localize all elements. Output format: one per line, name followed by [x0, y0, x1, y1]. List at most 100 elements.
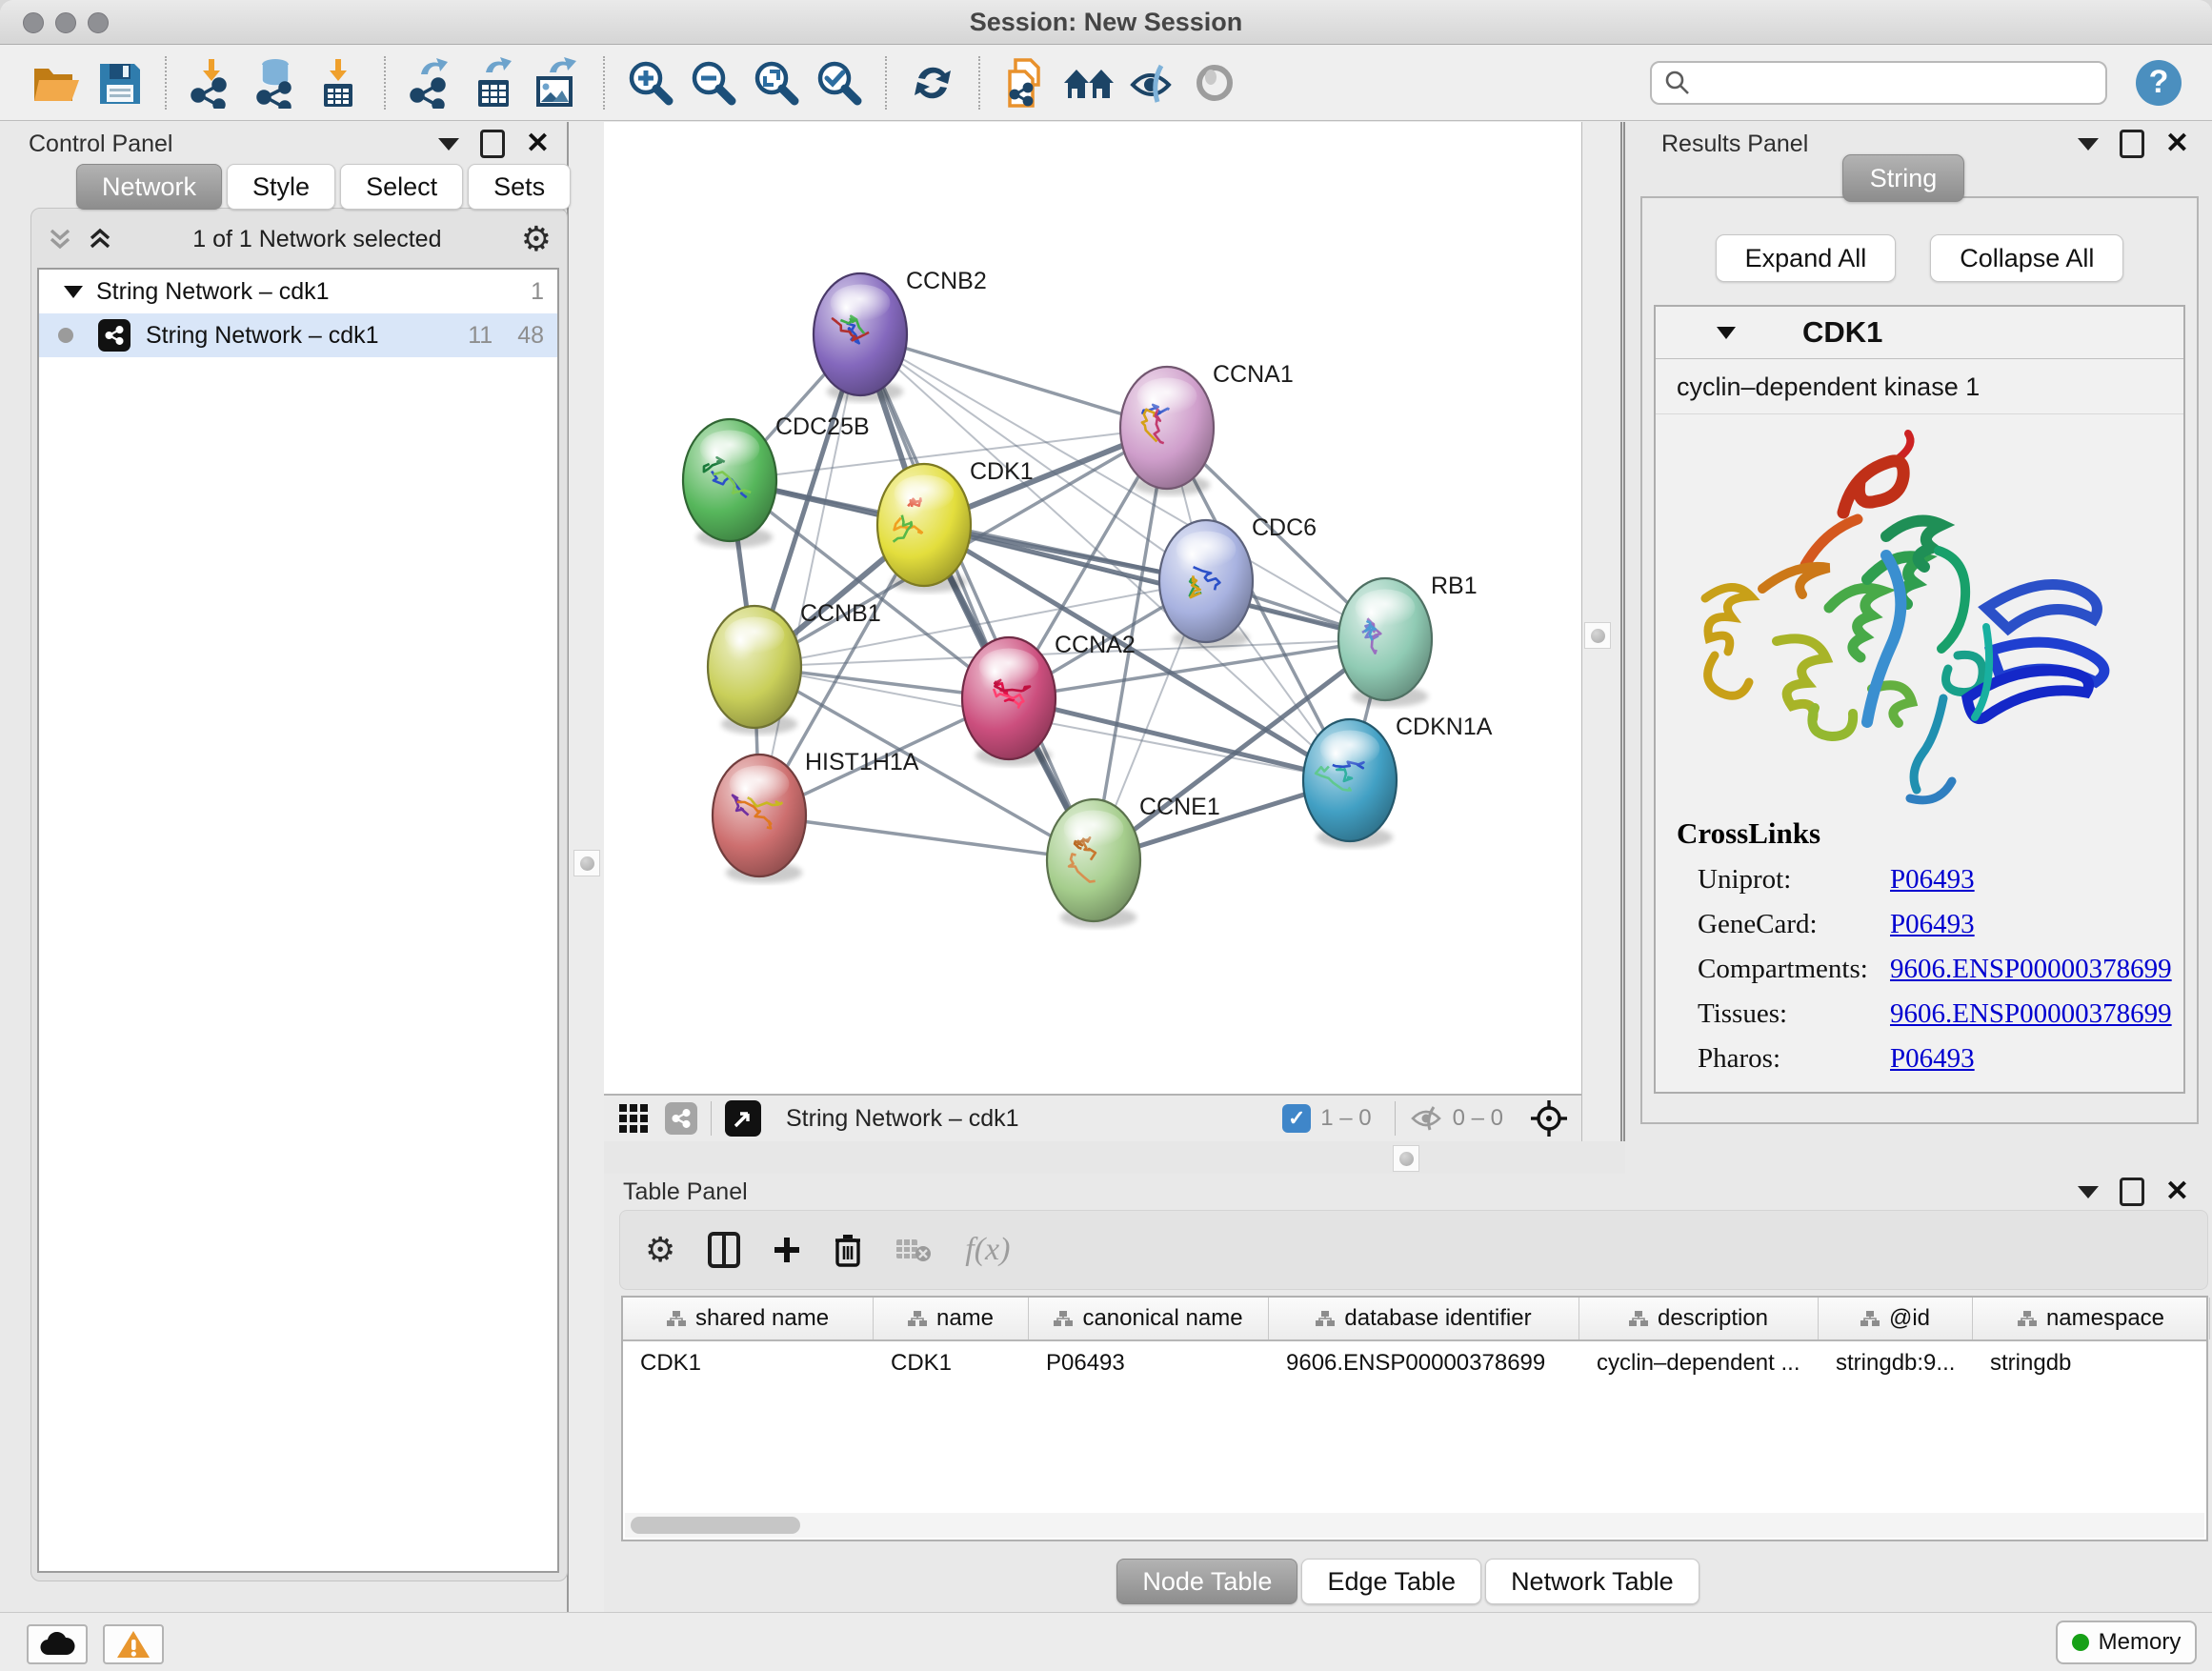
edge-CCNB2-CCNE1[interactable] [860, 334, 1094, 860]
panel-float-icon[interactable] [480, 130, 505, 158]
node-CDC25B[interactable]: CDC25B [683, 413, 870, 548]
show-hide-button[interactable] [1125, 54, 1178, 111]
export-table-button[interactable] [468, 54, 521, 111]
splitter-grip[interactable] [1584, 622, 1611, 649]
crosslink-link[interactable]: P06493 [1890, 909, 1975, 940]
network-options-gear-icon[interactable]: ⚙ [521, 222, 552, 256]
table-cell[interactable]: stringdb [1973, 1341, 2210, 1385]
column-header-namespace[interactable]: namespace [1973, 1298, 2210, 1339]
memory-button[interactable]: Memory [2056, 1621, 2197, 1664]
crosslink-link[interactable]: P06493 [1890, 864, 1975, 896]
import-network-from-database-button[interactable] [249, 54, 302, 111]
collection-expand-icon[interactable] [64, 286, 83, 298]
vertical-splitter-right[interactable] [1581, 122, 1625, 1174]
column-header-shared-name[interactable]: shared name [623, 1298, 874, 1339]
export-network-button[interactable] [405, 54, 458, 111]
inactive-eye-button[interactable] [1188, 54, 1241, 111]
grid-view-icon[interactable] [617, 1102, 650, 1135]
birdseye-view-icon[interactable] [725, 1100, 761, 1137]
expand-all-button[interactable]: Expand All [1716, 234, 1897, 282]
tab-select[interactable]: Select [340, 164, 463, 210]
tab-network[interactable]: Network [76, 164, 222, 210]
table-cell[interactable]: P06493 [1029, 1341, 1269, 1385]
node-CCNA1[interactable]: CCNA1 [1120, 361, 1294, 495]
panel-close-icon[interactable]: ✕ [2165, 1182, 2189, 1201]
network-collection-row[interactable]: String Network – cdk1 1 [39, 270, 557, 313]
panel-collapse-icon[interactable] [438, 138, 459, 151]
zoom-selected-button[interactable] [813, 54, 866, 111]
apply-layout-button[interactable] [906, 54, 959, 111]
selected-nodes-checkbox[interactable]: ✓ [1282, 1104, 1311, 1133]
tab-edge-table[interactable]: Edge Table [1301, 1559, 1481, 1604]
node-CCNE1[interactable]: CCNE1 [1047, 794, 1220, 928]
tab-network-table[interactable]: Network Table [1485, 1559, 1699, 1604]
table-cell[interactable]: CDK1 [623, 1341, 874, 1385]
node-CCNB2[interactable]: CCNB2 [814, 268, 987, 402]
home-button[interactable] [1062, 54, 1116, 111]
help-button[interactable]: ? [2136, 60, 2182, 106]
column-header-canonical-name[interactable]: canonical name [1029, 1298, 1269, 1339]
export-image-button[interactable] [531, 54, 584, 111]
save-session-button[interactable] [92, 54, 146, 111]
tab-style[interactable]: Style [227, 164, 335, 210]
protein-collapse-icon[interactable] [1717, 327, 1736, 339]
zoom-out-button[interactable] [687, 54, 740, 111]
crosslink-link[interactable]: 9606.ENSP00000378699 [1890, 954, 2172, 985]
delete-column-icon[interactable] [834, 1233, 862, 1267]
node-CCNB1[interactable]: CCNB1 [708, 600, 881, 735]
column-header-database-identifier[interactable]: database identifier [1269, 1298, 1579, 1339]
panel-collapse-icon[interactable] [2078, 1186, 2099, 1198]
edge-HIST1H1A-CCNE1[interactable] [759, 815, 1094, 860]
table-row[interactable]: CDK1CDK1P064939606.ENSP00000378699cyclin… [623, 1341, 2206, 1385]
edge-CCNB2-HIST1H1A[interactable] [759, 334, 860, 815]
splitter-grip[interactable] [573, 850, 600, 876]
fit-selected-crosshair-icon[interactable] [1530, 1099, 1568, 1137]
scrollbar-thumb[interactable] [631, 1517, 800, 1534]
node-CDC6[interactable]: CDC6 [1159, 514, 1317, 649]
show-columns-icon[interactable] [708, 1232, 740, 1268]
cloud-button[interactable] [27, 1624, 88, 1664]
warnings-button[interactable] [103, 1624, 164, 1664]
panel-float-icon[interactable] [2120, 1178, 2144, 1206]
tab-sets[interactable]: Sets [468, 164, 571, 210]
node-HIST1H1A[interactable]: HIST1H1A [713, 749, 919, 883]
panel-close-icon[interactable]: ✕ [2165, 134, 2189, 153]
table-options-gear-icon[interactable]: ⚙ [645, 1233, 675, 1267]
network-item-row[interactable]: String Network – cdk1 11 48 [39, 313, 557, 357]
vertical-splitter-left[interactable] [569, 122, 604, 1612]
crosslink-link[interactable]: P06493 [1890, 1043, 1975, 1075]
node-CDKN1A[interactable]: CDKN1A [1303, 714, 1493, 848]
collapse-all-icon[interactable] [47, 227, 73, 252]
table-cell[interactable]: cyclin–dependent ... [1579, 1341, 1819, 1385]
protein-card-header[interactable]: CDK1 [1656, 307, 2183, 359]
search-input[interactable] [1692, 69, 2058, 97]
collapse-all-button[interactable]: Collapse All [1930, 234, 2123, 282]
crosslink-link[interactable]: 9606.ENSP00000378699 [1890, 998, 2172, 1030]
zoom-in-button[interactable] [624, 54, 677, 111]
column-header-description[interactable]: description [1579, 1298, 1819, 1339]
splitter-grip[interactable] [1393, 1145, 1419, 1172]
zoom-fit-button[interactable] [750, 54, 803, 111]
node-CCNA2[interactable]: CCNA2 [962, 632, 1136, 766]
tab-string[interactable]: String [1842, 154, 1964, 202]
table-cell[interactable]: 9606.ENSP00000378699 [1269, 1341, 1579, 1385]
tab-node-table[interactable]: Node Table [1116, 1559, 1297, 1604]
expand-all-icon[interactable] [87, 227, 113, 252]
network-canvas[interactable]: CCNB2 CCNA1 CDC25BCDK1 CDC6RB1 CCNB1 CCNA2 CDK… [604, 122, 1581, 1094]
panel-close-icon[interactable]: ✕ [526, 134, 550, 153]
search-bar[interactable] [1650, 61, 2107, 105]
panel-float-icon[interactable] [2120, 130, 2144, 158]
string-network-graph[interactable]: CCNB2 CCNA1 CDC25BCDK1 CDC6RB1 CCNB1 CCNA2 CDK… [604, 122, 1581, 1094]
panel-collapse-icon[interactable] [2078, 138, 2099, 151]
table-horizontal-scrollbar[interactable] [625, 1513, 2204, 1538]
column-header-@id[interactable]: @id [1819, 1298, 1973, 1339]
table-cell[interactable]: CDK1 [874, 1341, 1029, 1385]
import-network-from-file-button[interactable] [186, 54, 239, 111]
node-RB1[interactable]: RB1 [1338, 573, 1478, 707]
table-cell[interactable]: stringdb:9... [1819, 1341, 1973, 1385]
add-column-icon[interactable] [773, 1236, 801, 1264]
node-CDK1[interactable]: CDK1 [877, 458, 1034, 593]
import-string-document-button[interactable] [999, 54, 1053, 111]
open-session-button[interactable] [30, 54, 83, 111]
network-view-share-icon[interactable] [665, 1102, 697, 1135]
